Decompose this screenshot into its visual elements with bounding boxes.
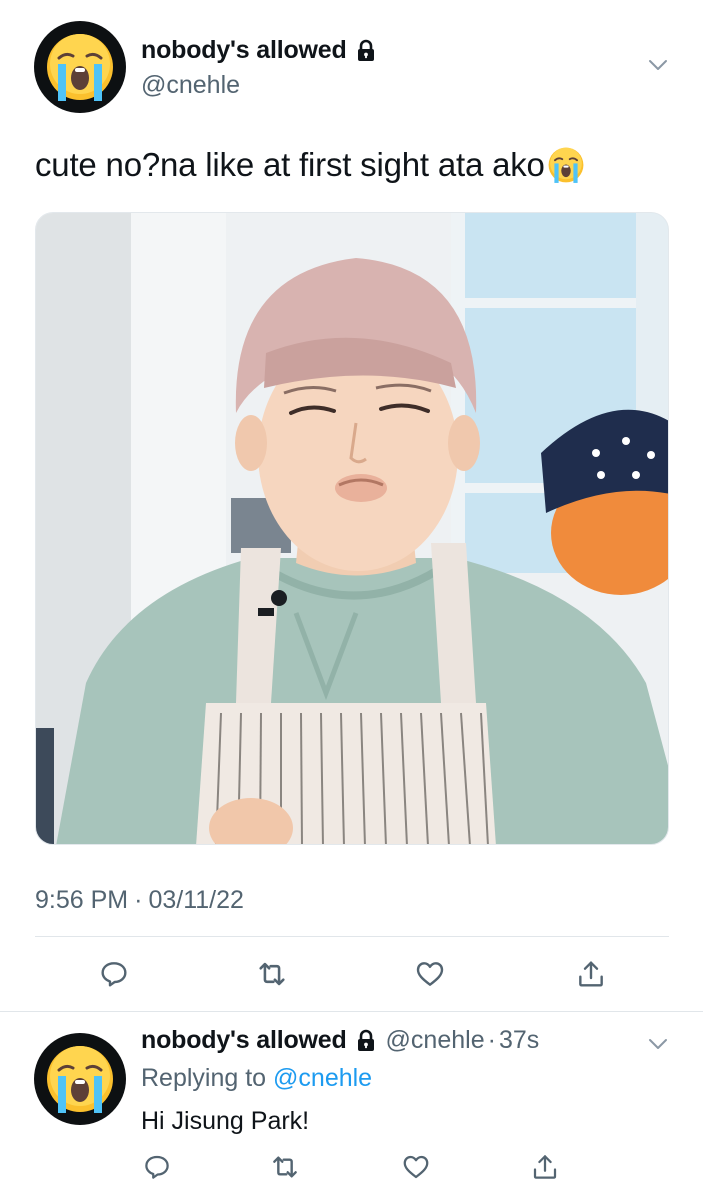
- divider: [35, 936, 669, 937]
- separator-dot: ·: [134, 886, 143, 914]
- replying-to: Replying to @cnehle: [141, 1064, 372, 1093]
- share-icon[interactable]: [573, 956, 609, 992]
- author-avatar[interactable]: [34, 21, 126, 113]
- loudly-crying-face-icon: [547, 146, 585, 184]
- replying-to-prefix: Replying to: [141, 1064, 267, 1092]
- reply-header: nobody's allowed @cnehle · 37s: [141, 1026, 539, 1055]
- like-icon[interactable]: [412, 956, 448, 992]
- reply-author-display-name[interactable]: nobody's allowed: [141, 1026, 347, 1055]
- share-icon[interactable]: [529, 1151, 561, 1183]
- chevron-down-icon[interactable]: [647, 1036, 669, 1057]
- reply-text: Hi Jisung Park!: [141, 1107, 310, 1135]
- retweet-icon[interactable]: [254, 956, 290, 992]
- author-display-name[interactable]: nobody's allowed: [141, 36, 347, 65]
- reply-icon[interactable]: [141, 1151, 173, 1183]
- tweet-timestamp[interactable]: 9:56 PM · 03/11/22: [35, 886, 244, 915]
- reply-author-avatar[interactable]: [34, 1033, 126, 1125]
- tweet-text: cute no?na like at first sight ata ako: [35, 146, 585, 184]
- author-handle[interactable]: @cnehle: [141, 71, 240, 100]
- tweet-detail-page: nobody's allowed @cnehle cute no?na like…: [0, 0, 703, 1200]
- loudly-crying-face-icon: [47, 34, 113, 101]
- tweet-time: 9:56 PM: [35, 886, 129, 914]
- reply-icon[interactable]: [96, 956, 132, 992]
- reply-age[interactable]: 37s: [499, 1026, 539, 1055]
- separator-dot: ·: [487, 1026, 496, 1054]
- tweet-date: 03/11/22: [148, 886, 244, 914]
- chevron-down-icon[interactable]: [647, 57, 669, 78]
- tweet-text-content: cute no?na like at first sight ata ako: [35, 146, 545, 183]
- tweet-photo[interactable]: [35, 212, 669, 845]
- author-name-line: nobody's allowed: [141, 36, 378, 65]
- replying-to-mention[interactable]: @cnehle: [273, 1064, 372, 1092]
- divider: [0, 1011, 703, 1012]
- lock-icon: [354, 39, 378, 63]
- loudly-crying-face-icon: [47, 1046, 113, 1113]
- lock-icon: [354, 1029, 378, 1053]
- retweet-icon[interactable]: [269, 1151, 301, 1183]
- like-icon[interactable]: [400, 1151, 432, 1183]
- reply-author-handle[interactable]: @cnehle: [386, 1026, 485, 1055]
